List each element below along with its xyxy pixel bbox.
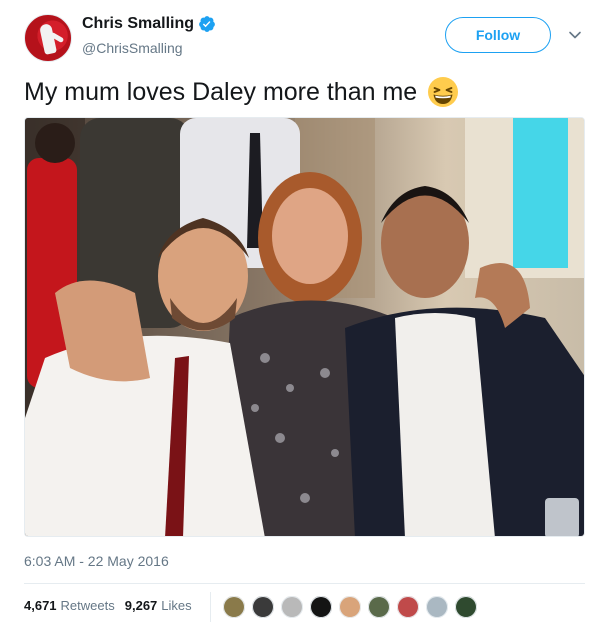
follow-button[interactable]: Follow <box>445 17 551 53</box>
liker-avatar[interactable] <box>222 595 246 619</box>
tweet-text-row: My mum loves Daley more than me <box>24 76 459 108</box>
liker-avatar[interactable] <box>425 595 449 619</box>
divider <box>24 583 585 584</box>
stats-divider <box>210 592 211 622</box>
tweet-photo[interactable] <box>24 117 585 537</box>
display-name[interactable]: Chris Smalling <box>82 15 194 33</box>
author-name-row: Chris Smalling <box>82 15 216 33</box>
liker-avatar[interactable] <box>309 595 333 619</box>
retweets-stat[interactable]: 4,671 Retweets <box>24 598 115 613</box>
likes-count: 9,267 <box>124 598 158 613</box>
likes-stat[interactable]: 9,267 Likes <box>125 598 192 613</box>
chevron-down-icon[interactable] <box>568 28 582 42</box>
liker-avatars <box>222 595 483 619</box>
retweets-label: Retweets <box>60 598 115 613</box>
likes-label: Likes <box>161 598 192 613</box>
avatar[interactable] <box>24 14 72 62</box>
tweet-stats: 4,671 Retweets 9,267 Likes <box>24 598 192 613</box>
retweets-count: 4,671 <box>24 598 57 613</box>
liker-avatar[interactable] <box>280 595 304 619</box>
tweet-text: My mum loves Daley more than me <box>24 77 418 106</box>
liker-avatar[interactable] <box>367 595 391 619</box>
liker-avatar[interactable] <box>251 595 275 619</box>
handle[interactable]: @ChrisSmalling <box>82 40 183 56</box>
tweet-card: Chris Smalling @ChrisSmalling Follow My … <box>0 0 594 628</box>
grinning-squinting-face-icon <box>428 77 459 107</box>
liker-avatar[interactable] <box>338 595 362 619</box>
verified-badge-icon <box>199 16 215 32</box>
tweet-timestamp[interactable]: 6:03 AM - 22 May 2016 <box>24 553 169 569</box>
liker-avatar[interactable] <box>396 595 420 619</box>
photo-illustration <box>25 118 584 536</box>
liker-avatar[interactable] <box>454 595 478 619</box>
